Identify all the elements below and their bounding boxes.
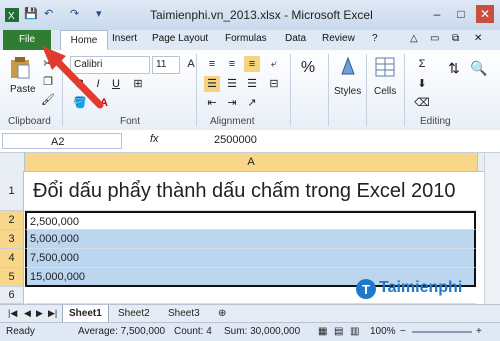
status-average: Average: 7,500,000	[78, 326, 166, 337]
row-header[interactable]: 6	[0, 287, 24, 304]
cells-icon[interactable]	[374, 56, 396, 81]
sheet-tab-sheet2[interactable]: Sheet2	[112, 305, 156, 322]
row-header[interactable]: 4	[0, 249, 24, 268]
fx-button[interactable]: fx	[150, 133, 159, 145]
help-icon[interactable]: ?	[372, 33, 378, 44]
group-separator	[328, 54, 329, 126]
zoom-out-icon[interactable]: −	[400, 326, 406, 337]
row-header[interactable]: 3	[0, 230, 24, 249]
window-title: Taimienphi.vn_2013.xlsx - Microsoft Exce…	[150, 8, 373, 22]
page-layout-view-icon[interactable]: ▤	[334, 326, 343, 337]
align-left-icon[interactable]: ☰	[204, 76, 220, 92]
column-header-row: A	[0, 153, 500, 172]
workbook-minimize-icon[interactable]: ▭	[430, 33, 439, 44]
tab-data[interactable]: Data	[285, 33, 306, 44]
sort-filter-icon[interactable]: ⇅	[446, 60, 462, 76]
name-box[interactable]: A2	[2, 133, 122, 149]
tab-page-layout[interactable]: Page Layout	[152, 33, 208, 44]
merge-icon[interactable]: ⊟	[266, 76, 282, 92]
styles-icon[interactable]	[338, 56, 358, 81]
tab-review[interactable]: Review	[322, 33, 355, 44]
align-right-icon[interactable]: ☰	[244, 76, 260, 92]
fill-icon[interactable]: ⬇	[414, 76, 430, 92]
sheet-nav-last-icon[interactable]: ▶|	[42, 305, 63, 322]
zoom-level[interactable]: 100%	[370, 326, 396, 337]
sheet-tab-sheet3[interactable]: Sheet3	[162, 305, 206, 322]
close-button[interactable]: ✕	[476, 5, 494, 23]
cell-a1[interactable]: Đổi dấu phẩy thành dấu chấm trong Excel …	[25, 171, 476, 211]
group-separator	[196, 54, 197, 126]
group-separator	[404, 54, 405, 126]
formula-input[interactable]: 2500000	[214, 134, 257, 146]
vertical-scrollbar[interactable]	[484, 153, 500, 304]
group-editing: Editing	[420, 116, 451, 127]
find-select-icon[interactable]: 🔍	[470, 60, 487, 76]
status-bar: Ready Average: 7,500,000 Count: 4 Sum: 3…	[0, 322, 500, 341]
row-header[interactable]: 2	[0, 211, 24, 230]
minimize-button[interactable]: –	[428, 5, 446, 23]
cell-a4[interactable]: 7,500,000	[25, 249, 476, 268]
increase-indent-icon[interactable]: ⇥	[224, 95, 240, 111]
cells-button[interactable]: Cells	[374, 86, 396, 97]
cell-a3[interactable]: 5,000,000	[25, 230, 476, 249]
decrease-indent-icon[interactable]: ⇤	[204, 95, 220, 111]
wrap-text-icon[interactable]: ⤶	[266, 56, 282, 72]
row-header[interactable]: 1	[0, 171, 24, 211]
status-sum: Sum: 30,000,000	[224, 326, 301, 337]
new-sheet-icon[interactable]: ⊕	[212, 305, 232, 322]
align-bottom-icon[interactable]: ≡	[244, 56, 260, 72]
ribbon-minimize-icon[interactable]: △	[410, 33, 418, 44]
formula-bar: A2 fx 2500000	[0, 130, 500, 153]
maximize-button[interactable]: □	[452, 5, 470, 23]
percent-icon[interactable]: %	[300, 60, 316, 76]
align-middle-icon[interactable]: ≡	[224, 56, 240, 72]
zoom-slider[interactable]	[412, 331, 472, 333]
page-break-view-icon[interactable]: ▥	[350, 326, 359, 337]
select-all-corner[interactable]	[0, 153, 25, 171]
styles-button[interactable]: Styles	[334, 86, 361, 97]
workbook-close-icon[interactable]: ✕	[474, 33, 482, 44]
normal-view-icon[interactable]: ▦	[318, 326, 327, 337]
group-alignment: Alignment	[210, 116, 255, 127]
column-header-a[interactable]: A	[25, 153, 478, 171]
group-font: Font	[120, 116, 141, 127]
clear-icon[interactable]: ⌫	[414, 95, 430, 111]
svg-text:T: T	[362, 282, 370, 297]
row-header[interactable]: 5	[0, 268, 24, 287]
align-center-icon[interactable]: ☰	[224, 76, 240, 92]
border-icon[interactable]: ⊞	[130, 76, 146, 92]
align-top-icon[interactable]: ≡	[204, 56, 220, 72]
group-separator	[290, 54, 291, 126]
status-ready: Ready	[6, 326, 35, 337]
workbook-restore-icon[interactable]: ⧉	[452, 33, 459, 44]
sheet-tab-bar: |◀ ◀ ▶ ▶| Sheet1 Sheet2 Sheet3 ⊕	[0, 304, 500, 323]
group-separator	[366, 54, 367, 126]
sheet-tab-sheet1[interactable]: Sheet1	[62, 305, 109, 323]
taimienphi-logo: T Taimienphi	[355, 278, 485, 302]
zoom-in-icon[interactable]: +	[476, 326, 482, 337]
cell-a2[interactable]: 2,500,000	[25, 211, 476, 230]
tab-formulas[interactable]: Formulas	[225, 33, 267, 44]
arrow-annotation-icon	[42, 46, 104, 109]
autosum-icon[interactable]: Σ	[414, 56, 430, 72]
status-count: Count: 4	[174, 326, 212, 337]
orientation-icon[interactable]: ↗	[244, 95, 260, 111]
font-size-select[interactable]: 11	[152, 56, 180, 74]
